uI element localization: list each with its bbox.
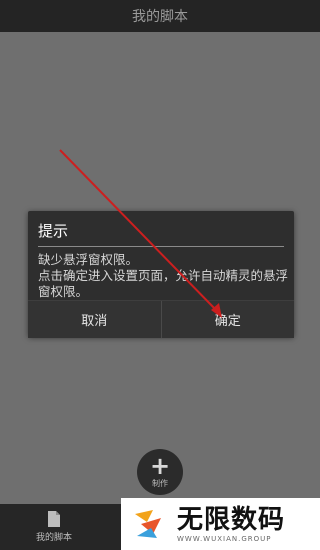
plus-icon: + [149, 451, 171, 480]
tab-my-scripts-label: 我的脚本 [35, 533, 72, 543]
permission-dialog: 提示 缺少悬浮窗权限。 点击确定进入设置页面，允许自动精灵的悬浮窗权限。 取消 … [28, 211, 294, 338]
tab-my-scripts[interactable]: 我的脚本 [0, 504, 108, 550]
cancel-button[interactable]: 取消 [28, 301, 161, 338]
dialog-title: 提示 [38, 216, 284, 247]
confirm-button[interactable]: 确定 [160, 301, 294, 338]
dialog-button-row: 取消 确定 [28, 300, 294, 338]
watermark-text: 无限数码 [177, 505, 286, 535]
create-button[interactable]: + 制作 [137, 449, 183, 495]
page-title: 我的脚本 [132, 9, 188, 25]
brand-logo-icon [135, 510, 161, 538]
dialog-message: 缺少悬浮窗权限。 点击确定进入设置页面，允许自动精灵的悬浮窗权限。 [38, 252, 289, 299]
file-icon [48, 511, 60, 527]
create-button-label: 制作 [152, 478, 168, 488]
watermark-subtext: WWW.WUXIAN.GROUP [177, 535, 272, 543]
watermark-logo: 无限数码 WWW.WUXIAN.GROUP [121, 498, 320, 550]
title-bar: 我的脚本 [0, 0, 320, 32]
